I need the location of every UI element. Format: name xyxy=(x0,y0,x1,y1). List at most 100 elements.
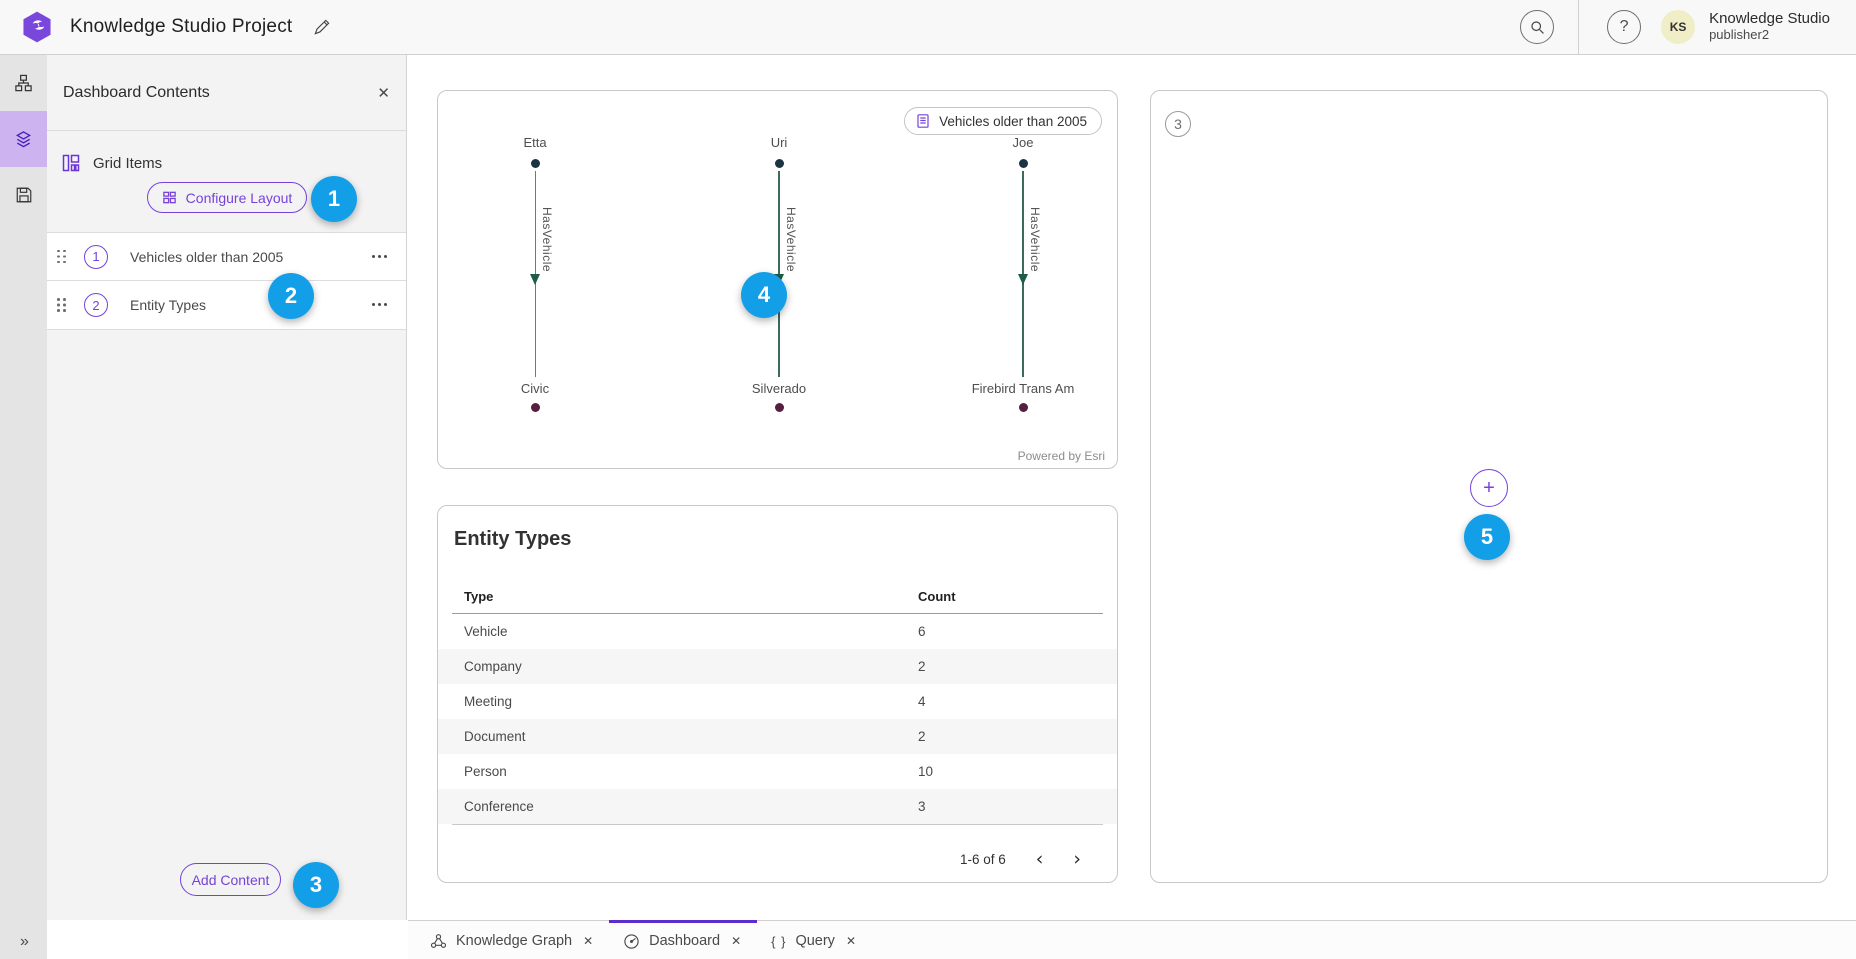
grid-item-list: 1 Vehicles older than 2005 2 Entity Type… xyxy=(47,232,406,330)
table-bottom-divider xyxy=(452,824,1103,825)
table-row[interactable]: Meeting 4 xyxy=(438,684,1117,719)
tab-query[interactable]: { } Query ✕ xyxy=(757,920,872,959)
entity-types-widget: Entity Types Type Count Vehicle 6 Compan… xyxy=(437,505,1118,883)
next-page-icon[interactable]: › xyxy=(1073,850,1081,869)
tab-knowledge-graph[interactable]: Knowledge Graph ✕ xyxy=(416,920,609,959)
cell-count: 2 xyxy=(918,659,926,674)
cell-type: Vehicle xyxy=(438,624,918,639)
person-node[interactable] xyxy=(1019,159,1028,168)
dashboard-canvas: Vehicles older than 2005 Etta HasVehicle… xyxy=(408,55,1856,920)
graph-filter-pill[interactable]: Vehicles older than 2005 xyxy=(904,107,1102,135)
rail-item-data-model[interactable] xyxy=(0,55,47,111)
vehicle-node[interactable] xyxy=(531,403,540,412)
graph-node-label[interactable]: Silverado xyxy=(694,381,864,396)
cell-type: Company xyxy=(438,659,918,674)
cell-count: 3 xyxy=(918,799,926,814)
grid-items-label: Grid Items xyxy=(93,155,162,172)
panel-title: Dashboard Contents xyxy=(63,84,210,102)
cell-type: Document xyxy=(438,729,918,744)
grid-item-vehicles[interactable]: 1 Vehicles older than 2005 xyxy=(47,232,406,281)
page-range-label: 1-6 of 6 xyxy=(960,852,1006,867)
edge-label: HasVehicle xyxy=(784,207,798,272)
step-badge-1: 1 xyxy=(311,176,357,222)
table-header-row: Type Count xyxy=(438,589,1117,604)
graph-node-label[interactable]: Firebird Trans Am xyxy=(938,381,1108,396)
avatar[interactable]: KS xyxy=(1661,10,1695,44)
graph-node-label[interactable]: Civic xyxy=(450,381,620,396)
table-row[interactable]: Vehicle 6 xyxy=(438,614,1117,649)
close-tab-icon[interactable]: ✕ xyxy=(581,932,595,950)
table-row[interactable]: Conference 3 xyxy=(438,789,1117,824)
edit-title-button[interactable] xyxy=(312,18,331,37)
cell-type: Person xyxy=(438,764,918,779)
tab-label: Query xyxy=(795,933,835,949)
grid-item-entity-types[interactable]: 2 Entity Types xyxy=(47,281,406,330)
edge-label: HasVehicle xyxy=(540,207,554,272)
person-node[interactable] xyxy=(775,159,784,168)
add-content-button[interactable]: Add Content xyxy=(180,863,281,896)
help-button[interactable]: ? xyxy=(1607,10,1641,44)
page-title: Knowledge Studio Project xyxy=(70,16,292,38)
tab-label: Knowledge Graph xyxy=(456,933,572,949)
knowledge-graph-icon xyxy=(430,933,447,950)
cell-count: 4 xyxy=(918,694,926,709)
cell-count: 6 xyxy=(918,624,926,639)
table-row[interactable]: Company 2 xyxy=(438,649,1117,684)
header-right-group: ? KS Knowledge Studio publisher2 xyxy=(1496,0,1856,54)
person-node[interactable] xyxy=(531,159,540,168)
step-badge-2: 2 xyxy=(268,273,314,319)
pagination-bar: 1-6 of 6 ‹ › xyxy=(438,836,1117,882)
item-options-icon[interactable] xyxy=(372,302,390,308)
search-icon xyxy=(1529,19,1546,36)
layout-grid-icon xyxy=(162,190,177,205)
edge-arrow-icon xyxy=(530,274,540,285)
widget-title: Entity Types xyxy=(454,528,571,551)
table-row[interactable]: Document 2 xyxy=(438,719,1117,754)
panel-close-button[interactable]: ✕ xyxy=(377,84,390,102)
table-row[interactable]: Person 10 xyxy=(438,754,1117,789)
cell-count: 10 xyxy=(918,764,933,779)
grid-items-section-header: Grid Items xyxy=(47,131,406,173)
drag-handle-icon[interactable] xyxy=(57,250,66,264)
edge-line[interactable] xyxy=(778,171,780,377)
close-tab-icon[interactable]: ✕ xyxy=(844,932,858,950)
item-options-icon[interactable] xyxy=(372,254,390,260)
hierarchy-icon xyxy=(14,74,33,93)
drag-handle-icon[interactable] xyxy=(57,298,66,312)
rail-item-contents[interactable] xyxy=(0,111,47,167)
cell-type: Conference xyxy=(438,799,918,814)
graph-filter-label: Vehicles older than 2005 xyxy=(939,114,1087,129)
previous-page-icon[interactable]: ‹ xyxy=(1036,850,1044,869)
search-button[interactable] xyxy=(1520,10,1554,44)
item-number-badge: 1 xyxy=(84,245,108,269)
graph-node-label[interactable]: Joe xyxy=(938,135,1108,150)
dashboard-gauge-icon xyxy=(623,933,640,950)
bottom-tab-bar: Knowledge Graph ✕ Dashboard ✕ { } Query … xyxy=(408,920,1856,959)
column-header-type[interactable]: Type xyxy=(438,589,918,604)
vehicle-node[interactable] xyxy=(1019,403,1028,412)
graph-node-label[interactable]: Uri xyxy=(694,135,864,150)
graph-column: Etta HasVehicle Civic xyxy=(450,135,620,425)
rail-item-save[interactable] xyxy=(0,167,47,223)
graph-node-label[interactable]: Etta xyxy=(450,135,620,150)
edge-line[interactable] xyxy=(1022,171,1024,377)
layers-icon xyxy=(14,130,33,149)
configure-layout-label: Configure Layout xyxy=(186,190,293,206)
configure-layout-button[interactable]: Configure Layout xyxy=(147,182,307,213)
expand-rail-button[interactable]: » xyxy=(0,933,47,951)
grid-item-label: Vehicles older than 2005 xyxy=(130,249,283,265)
tab-label: Dashboard xyxy=(649,933,720,949)
graph-column: Joe HasVehicle Firebird Trans Am xyxy=(938,135,1108,425)
user-info[interactable]: Knowledge Studio publisher2 xyxy=(1709,11,1830,43)
user-name: publisher2 xyxy=(1709,27,1830,43)
app-header: Knowledge Studio Project xyxy=(0,0,1856,55)
column-header-count[interactable]: Count xyxy=(918,589,956,604)
item-number-badge: 2 xyxy=(84,293,108,317)
add-widget-button[interactable]: + xyxy=(1470,469,1508,507)
edge-line[interactable] xyxy=(535,171,536,377)
knowledge-studio-app: Knowledge Studio Project xyxy=(0,0,1856,959)
close-tab-icon[interactable]: ✕ xyxy=(729,932,743,950)
tab-dashboard[interactable]: Dashboard ✕ xyxy=(609,920,757,959)
vehicle-node[interactable] xyxy=(775,403,784,412)
document-icon xyxy=(915,113,931,129)
